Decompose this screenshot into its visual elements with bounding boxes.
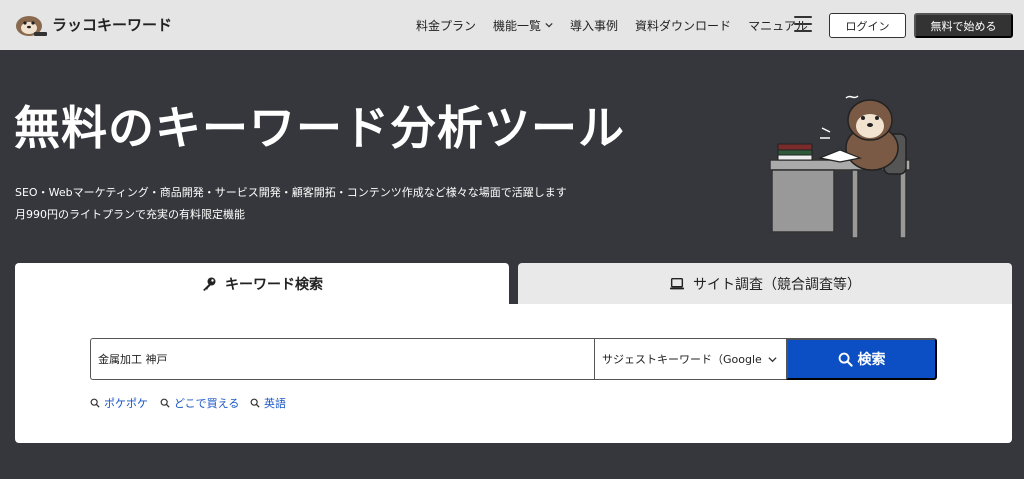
nav-pricing[interactable]: 料金プラン (416, 17, 476, 34)
laptop-icon (669, 277, 685, 289)
search-icon (90, 398, 100, 408)
chevron-down-icon (545, 22, 553, 28)
search-icon (250, 398, 260, 408)
nav-downloads[interactable]: 資料ダウンロード (635, 17, 731, 34)
hero-plan-note: 月990円のライトプランで充実の有料限定機能 (15, 208, 245, 221)
nav-features[interactable]: 機能一覧 (493, 17, 553, 34)
suggestion-link[interactable]: どこで買える (160, 395, 239, 411)
suggestion-label: どこで買える (174, 397, 240, 410)
start-free-button[interactable]: 無料で始める (914, 13, 1013, 38)
keyword-search-input[interactable] (90, 338, 595, 380)
tab-site-research[interactable]: サイト調査（競合調査等） (518, 263, 1012, 304)
suggestion-label: 英語 (264, 397, 286, 410)
search-source-select[interactable]: サジェストキーワード（Google） (594, 338, 787, 380)
suggestion-label: ポケポケ (104, 397, 148, 410)
nav-pricing-label: 料金プラン (416, 18, 477, 33)
tab-keyword-search[interactable]: キーワード検索 (15, 263, 509, 304)
nav-features-label: 機能一覧 (493, 18, 542, 33)
logo-text: ラッコキーワード (52, 15, 173, 34)
tab-keyword-search-label: キーワード検索 (225, 276, 323, 293)
tab-site-research-label: サイト調査（競合調査等） (693, 276, 861, 293)
search-source-value: サジェストキーワード（Google） (602, 353, 762, 366)
search-button-label: 検索 (857, 351, 886, 367)
search-button[interactable]: 検索 (786, 338, 937, 380)
otter-at-desk-illustration (769, 95, 911, 239)
search-icon (160, 398, 170, 408)
nav-case-studies-label: 導入事例 (570, 18, 619, 33)
hamburger-icon[interactable] (794, 16, 812, 32)
main-nav: 料金プラン 機能一覧 導入事例 資料ダウンロード マニュアル (416, 0, 825, 50)
key-icon (203, 277, 216, 291)
hero-title: 無料のキーワード分析ツール (14, 101, 625, 155)
site-logo[interactable]: ラッコキーワード (14, 10, 172, 38)
nav-downloads-label: 資料ダウンロード (635, 18, 732, 33)
nav-case-studies[interactable]: 導入事例 (570, 17, 618, 34)
login-button[interactable]: ログイン (829, 13, 906, 38)
hero-subtitle: SEO・Webマーケティング・商品開発・サービス開発・顧客開拓・コンテンツ作成な… (15, 186, 567, 199)
site-header: ラッコキーワード 料金プラン 機能一覧 導入事例 資料ダウンロード マニュアル … (0, 0, 1024, 50)
chevron-down-icon (768, 357, 777, 363)
search-icon (838, 352, 853, 367)
suggestion-link[interactable]: 英語 (250, 395, 286, 411)
suggestion-link[interactable]: ポケポケ (90, 395, 148, 411)
otter-logo-icon (16, 16, 47, 36)
